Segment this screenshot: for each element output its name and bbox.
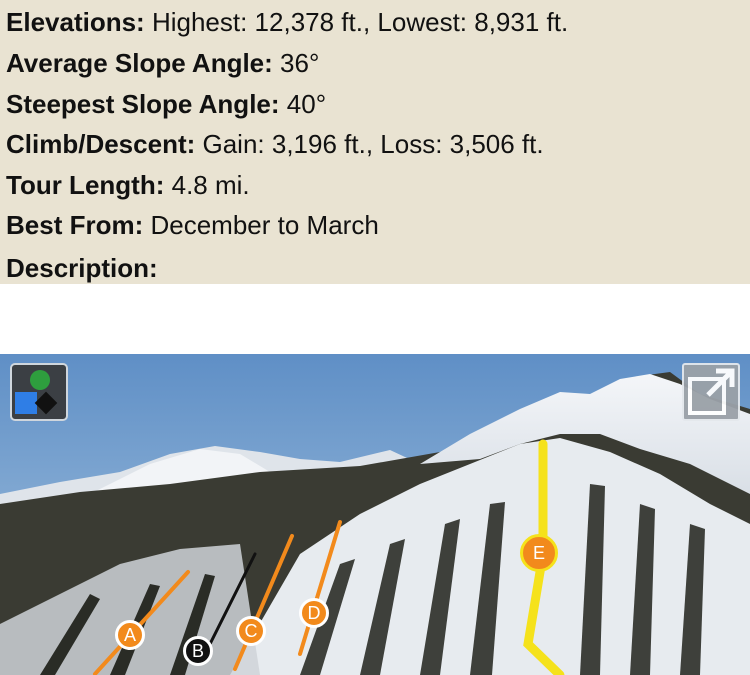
route-marker-d[interactable]: D [299,598,329,628]
route-marker-b[interactable]: B [183,636,213,666]
elevations-label: Elevations: [6,7,145,37]
difficulty-level-icon [15,370,58,415]
route-details-panel: Elevations: Highest: 12,378 ft., Lowest:… [0,0,750,284]
climb-descent-row: Climb/Descent: Gain: 3,196 ft., Loss: 3,… [6,129,544,159]
tour-length-value: 4.8 mi. [171,170,250,200]
route-marker-a[interactable]: A [115,620,145,650]
elevations-row: Elevations: Highest: 12,378 ft., Lowest:… [6,7,568,37]
mountain-scene [0,354,750,675]
description-row: Description: [6,253,158,283]
steepest-slope-value: 40° [286,89,327,119]
best-from-value: December to March [150,210,379,240]
route-photo[interactable] [0,354,750,675]
steepest-slope-row: Steepest Slope Angle: 40° [6,89,326,119]
best-from-row: Best From: December to March [6,210,379,240]
average-slope-value: 36° [280,48,320,78]
average-slope-row: Average Slope Angle: 36° [6,48,319,78]
elevations-value: Highest: 12,378 ft., Lowest: 8,931 ft. [151,7,569,37]
climb-descent-value: Gain: 3,196 ft., Loss: 3,506 ft. [202,129,544,159]
expand-icon [688,368,735,415]
steepest-slope-label: Steepest Slope Angle: [6,89,280,119]
expand-photo-button[interactable] [682,363,740,421]
description-label: Description: [6,253,158,283]
difficulty-level-button[interactable] [10,363,68,421]
route-marker-c[interactable]: C [236,616,266,646]
tour-length-row: Tour Length: 4.8 mi. [6,170,250,200]
best-from-label: Best From: [6,210,144,240]
route-marker-e[interactable]: E [520,534,558,572]
tour-length-label: Tour Length: [6,170,165,200]
climb-descent-label: Climb/Descent: [6,129,196,159]
average-slope-label: Average Slope Angle: [6,48,273,78]
